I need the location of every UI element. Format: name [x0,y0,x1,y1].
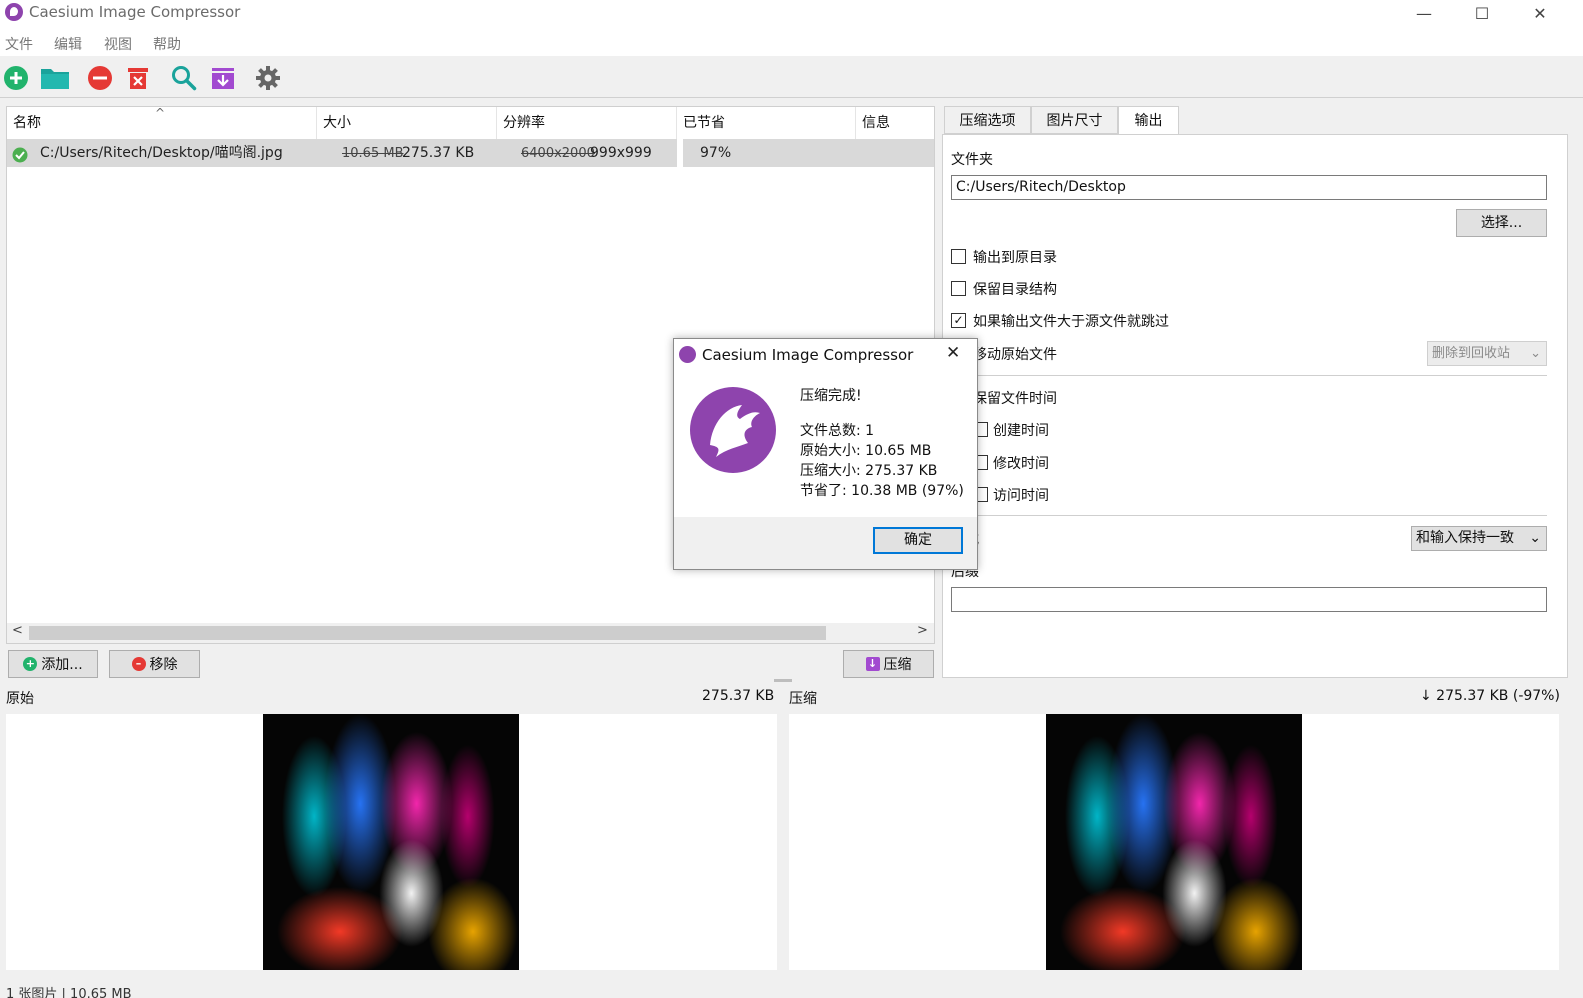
table-row[interactable]: C:/Users/Ritech/Desktop/喵呜阁.jpg 10.65 MB… [7,139,934,167]
creation-date-label: 创建时间 [993,423,1049,439]
remove-button[interactable]: – 移除 [109,650,200,678]
dialog-compressed-size: 压缩大小: 275.37 KB [800,463,938,479]
column-header-resolution[interactable]: 分辨率 [497,107,677,139]
dialog-title-bar: Caesium Image Compressor ✕ [674,339,977,371]
dialog-heading: 压缩完成! [800,388,862,404]
dialog-body: 压缩完成! 文件总数: 1 原始大小: 10.65 MB 压缩大小: 275.3… [674,371,977,517]
search-icon[interactable] [171,65,197,91]
column-divider [677,139,683,167]
compressed-preview[interactable] [789,714,1559,970]
add-icon[interactable] [3,65,29,91]
divider [951,515,1547,516]
add-button[interactable]: + 添加... [8,650,98,678]
options-panel: 压缩选项 图片尺寸 输出 文件夹 C:/Users/Ritech/Desktop… [942,106,1568,678]
menu-help[interactable]: 帮助 [153,34,181,54]
dialog-original-size: 原始大小: 10.65 MB [800,443,932,459]
scrollbar-thumb[interactable] [29,626,826,640]
file-name: C:/Users/Ritech/Desktop/喵呜阁.jpg [40,145,283,161]
column-header-size[interactable]: 大小 [317,107,497,139]
column-header-saved[interactable]: 已节省 [677,107,856,139]
resolution-original: 6400x2000 [521,146,595,161]
column-header-info[interactable]: 信息 [856,107,934,139]
tab-output[interactable]: 输出 [1118,106,1179,136]
size-new: 275.37 KB [402,145,475,161]
saved-percent: 97% [700,145,732,161]
same-folder-checkbox[interactable] [951,249,966,264]
compress-button-label: 压缩 [883,657,912,673]
compressed-image [1046,714,1302,970]
original-label: 原始 [6,691,34,707]
dialog-total-files: 文件总数: 1 [800,423,875,439]
dialog-close-icon[interactable]: ✕ [946,343,960,363]
app-logo-icon [5,3,23,21]
dialog-ok-button[interactable]: 确定 [873,527,963,554]
close-button[interactable]: ✕ [1511,0,1569,26]
original-preview[interactable] [6,714,777,970]
minimize-button[interactable]: — [1395,0,1453,26]
status-text: 1 张图片 | 10.65 MB [6,987,132,998]
move-original-select[interactable]: 删除到回收站 ⌄ [1427,341,1547,366]
menu-file[interactable]: 文件 [5,34,33,54]
compressed-size: ↓ 275.37 KB (-97%) [1420,688,1560,704]
compress-small-icon: ↓ [865,657,880,671]
menu-view[interactable]: 视图 [104,34,132,54]
skip-larger-checkbox[interactable]: ✓ [951,313,966,328]
modified-date-label: 修改时间 [993,456,1049,472]
accessed-date-label: 访问时间 [993,488,1049,504]
menu-bar: 文件 编辑 视图 帮助 [0,30,1583,56]
compressed-label: 压缩 [789,691,817,707]
size-original: 10.65 MB [342,146,404,161]
dialog-saved: 节省了: 10.38 MB (97%) [800,483,964,499]
status-bar: 1 张图片 | 10.65 MB [0,982,1583,998]
menu-edit[interactable]: 编辑 [54,34,82,54]
splitter-handle[interactable] [774,679,792,682]
remove-small-icon: – [131,657,146,671]
export-icon[interactable] [210,65,236,91]
horizontal-scrollbar[interactable]: < > [7,623,934,643]
compress-button[interactable]: ↓ 压缩 [843,650,934,678]
keep-dates-label: 保留文件时间 [973,391,1057,407]
same-folder-label: 输出到原目录 [973,250,1057,266]
dialog-title: Caesium Image Compressor [702,346,914,364]
remove-icon[interactable] [87,65,113,91]
completion-dialog: Caesium Image Compressor ✕ 压缩完成! 文件总数: 1… [673,338,978,570]
divider [951,375,1547,376]
remove-button-label: 移除 [149,657,178,673]
keep-structure-label: 保留目录结构 [973,282,1057,298]
success-check-icon [12,145,28,163]
folder-label: 文件夹 [951,152,993,168]
move-original-label: 移动原始文件 [973,347,1057,363]
choose-folder-button[interactable]: 选择... [1456,209,1547,237]
folder-input[interactable]: C:/Users/Ritech/Desktop [951,175,1547,200]
original-image [263,714,519,970]
column-header-name[interactable]: 名称 ^ [7,106,317,139]
window-title: Caesium Image Compressor [29,3,241,21]
caesium-logo-icon [690,387,776,473]
original-size: 275.37 KB [702,688,775,704]
tab-resize[interactable]: 图片尺寸 [1031,106,1118,134]
add-button-label: 添加... [41,657,83,673]
scroll-right-icon[interactable]: > [917,623,928,638]
toolbar [0,56,1583,98]
chevron-down-icon: ⌄ [1529,530,1541,546]
dialog-app-icon [679,346,696,363]
keep-structure-checkbox[interactable] [951,281,966,296]
chevron-down-icon: ⌄ [1530,346,1541,361]
resolution-new: 999x999 [590,145,652,161]
settings-icon[interactable] [255,65,281,91]
maximize-button[interactable]: ☐ [1453,0,1511,26]
output-tab-body: 文件夹 C:/Users/Ritech/Desktop 选择... 输出到原目录… [942,134,1568,678]
clear-icon[interactable] [125,65,151,91]
skip-larger-label: 如果输出文件大于源文件就跳过 [973,314,1169,330]
scroll-left-icon[interactable]: < [12,623,23,638]
folder-icon[interactable] [40,65,70,91]
tab-compression[interactable]: 压缩选项 [944,106,1031,134]
suffix-input[interactable] [951,587,1547,612]
format-select[interactable]: 和输入保持一致 ⌄ [1411,526,1547,551]
add-small-icon: + [23,657,38,671]
title-bar: Caesium Image Compressor — ☐ ✕ [0,0,1583,30]
